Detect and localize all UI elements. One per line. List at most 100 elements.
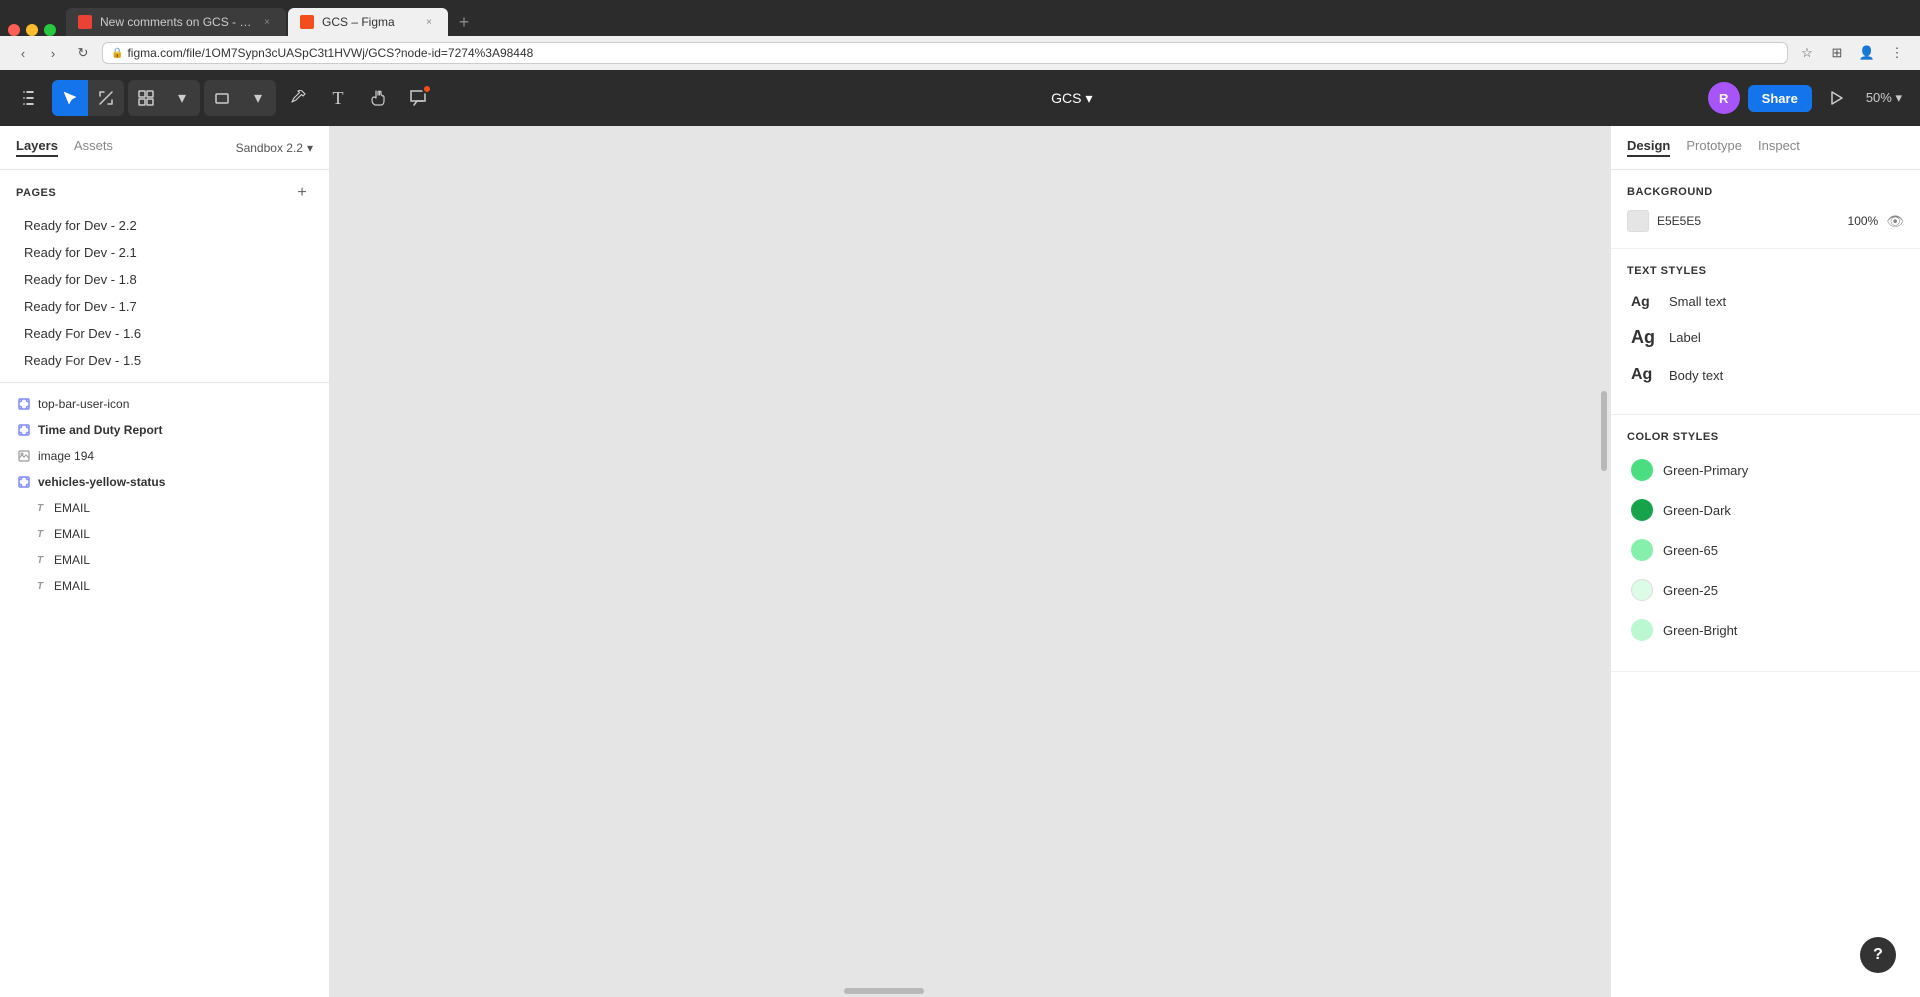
layer-name-vehicles-yellow-status: vehicles-yellow-status — [38, 475, 313, 489]
page-item-ready-dev-21[interactable]: Ready for Dev - 2.1 — [16, 239, 313, 266]
figma-tab-close[interactable]: × — [422, 15, 436, 29]
layer-item-time-duty-report[interactable]: Time and Duty Report — [0, 417, 329, 443]
tab-prototype[interactable]: Prototype — [1686, 138, 1742, 157]
color-style-green-bright[interactable]: Green-Bright — [1627, 615, 1904, 645]
layer-item-email-1[interactable]: T EMAIL — [0, 495, 329, 521]
reload-button[interactable]: ↻ — [72, 42, 94, 64]
scrollbar-track-v — [1601, 136, 1607, 987]
share-button[interactable]: Share — [1748, 85, 1812, 112]
move-tool-group — [52, 80, 124, 116]
forward-button[interactable]: › — [42, 42, 64, 64]
comment-tool[interactable] — [400, 80, 436, 116]
layer-item-email-3[interactable]: T EMAIL — [0, 547, 329, 573]
hand-tool[interactable] — [360, 80, 396, 116]
layer-name-email-1: EMAIL — [54, 501, 313, 515]
color-style-green-25[interactable]: Green-25 — [1627, 575, 1904, 605]
layer-item-email-2[interactable]: T EMAIL — [0, 521, 329, 547]
tab-inspect[interactable]: Inspect — [1758, 138, 1800, 157]
right-panel-tabs: Design Prototype Inspect — [1611, 126, 1920, 170]
help-button[interactable]: ? — [1860, 937, 1896, 973]
profile-button[interactable]: 👤 — [1856, 42, 1878, 64]
background-opacity: 100% — [1848, 214, 1879, 228]
green-bright-dot — [1631, 619, 1653, 641]
color-style-green-65[interactable]: Green-65 — [1627, 535, 1904, 565]
move-tool[interactable] — [52, 80, 88, 116]
browser-tab-figma[interactable]: GCS – Figma × — [288, 8, 448, 36]
browser-chrome: New comments on GCS - ruth... × GCS – Fi… — [0, 0, 1920, 70]
layer-item-vehicles-yellow-status[interactable]: vehicles-yellow-status — [0, 469, 329, 495]
shape-tool[interactable] — [204, 80, 240, 116]
gmail-tab-title: New comments on GCS - ruth... — [100, 15, 252, 29]
browser-nav-bar: ‹ › ↻ 🔒 figma.com/file/1OM7Sypn3cUASpC3t… — [0, 36, 1920, 70]
text-tool[interactable]: T — [320, 80, 356, 116]
shape-tool-dropdown[interactable]: ▾ — [240, 80, 276, 116]
add-page-button[interactable]: + — [291, 182, 313, 204]
pen-tool[interactable] — [280, 80, 316, 116]
horizontal-scrollbar[interactable] — [340, 987, 1600, 995]
close-window-button[interactable] — [8, 24, 20, 36]
minimize-window-button[interactable] — [26, 24, 38, 36]
text-style-name-body: Body text — [1669, 368, 1723, 383]
layers-section: top-bar-user-icon — [0, 382, 329, 997]
background-section: Background E5E5E5 100% 👁 — [1611, 170, 1920, 249]
project-name-text: GCS — [1051, 90, 1081, 106]
vertical-scrollbar[interactable] — [1600, 136, 1608, 987]
green-65-label: Green-65 — [1663, 543, 1718, 558]
address-bar[interactable]: 🔒 figma.com/file/1OM7Sypn3cUASpC3t1HVWj/… — [102, 42, 1788, 64]
toolbar-right: R Share 50% ▾ — [1708, 82, 1908, 114]
layer-item-image-194[interactable]: image 194 — [0, 443, 329, 469]
color-style-green-dark[interactable]: Green-Dark — [1627, 495, 1904, 525]
page-item-ready-dev-22[interactable]: Ready for Dev - 2.2 — [16, 212, 313, 239]
bookmark-button[interactable]: ☆ — [1796, 42, 1818, 64]
page-item-ready-dev-16[interactable]: Ready For Dev - 1.6 — [16, 320, 313, 347]
layer-item-email-4[interactable]: T EMAIL — [0, 573, 329, 599]
text-style-ag-body: Ag — [1631, 366, 1659, 384]
traffic-lights — [8, 24, 56, 36]
gmail-tab-close[interactable]: × — [260, 15, 274, 29]
text-style-body-text[interactable]: Ag Body text — [1627, 362, 1904, 388]
pages-section: Pages + Ready for Dev - 2.2 Ready for De… — [0, 170, 329, 382]
frame-tool[interactable] — [128, 80, 164, 116]
shape-tool-group: ▾ — [204, 80, 276, 116]
user-avatar[interactable]: R — [1708, 82, 1740, 114]
visibility-icon[interactable]: 👁 — [1886, 213, 1904, 230]
text-style-label[interactable]: Ag Label — [1627, 323, 1904, 352]
project-name-chevron: ▾ — [1085, 90, 1092, 107]
text-style-small-text[interactable]: Ag Small text — [1627, 289, 1904, 313]
tab-design[interactable]: Design — [1627, 138, 1670, 157]
extensions-button[interactable]: ⊞ — [1826, 42, 1848, 64]
green-primary-label: Green-Primary — [1663, 463, 1748, 478]
tab-layers[interactable]: Layers — [16, 138, 58, 157]
layer-item-top-bar-user-icon[interactable]: top-bar-user-icon — [0, 391, 329, 417]
scrollbar-thumb-h[interactable] — [844, 988, 924, 994]
project-name-button[interactable]: GCS ▾ — [1043, 86, 1100, 111]
menu-button[interactable]: ⋮ — [1886, 42, 1908, 64]
text-icon-1: T — [32, 500, 48, 516]
background-color-swatch[interactable] — [1627, 210, 1649, 232]
text-styles-section: Text Styles Ag Small text Ag Label Ag Bo… — [1611, 249, 1920, 415]
page-item-ready-dev-15[interactable]: Ready For Dev - 1.5 — [16, 347, 313, 374]
color-style-green-primary[interactable]: Green-Primary — [1627, 455, 1904, 485]
frame-icon — [16, 396, 32, 412]
tab-assets[interactable]: Assets — [74, 138, 113, 157]
green-25-dot — [1631, 579, 1653, 601]
sandbox-label[interactable]: Sandbox 2.2 ▾ — [236, 141, 313, 155]
new-tab-button[interactable]: + — [450, 8, 478, 36]
canvas-area[interactable] — [330, 126, 1610, 997]
maximize-window-button[interactable] — [44, 24, 56, 36]
layer-name-image-194: image 194 — [38, 449, 313, 463]
zoom-level[interactable]: 50% ▾ — [1860, 86, 1908, 110]
pages-title: Pages — [16, 187, 56, 199]
play-button[interactable] — [1820, 82, 1852, 114]
green-primary-dot — [1631, 459, 1653, 481]
page-item-ready-dev-18[interactable]: Ready for Dev - 1.8 — [16, 266, 313, 293]
scrollbar-thumb-v[interactable] — [1601, 391, 1607, 471]
browser-tab-gmail[interactable]: New comments on GCS - ruth... × — [66, 8, 286, 36]
layer-name-time-duty-report: Time and Duty Report — [38, 423, 313, 437]
page-item-ready-dev-17[interactable]: Ready for Dev - 1.7 — [16, 293, 313, 320]
figma-menu-button[interactable] — [12, 80, 48, 116]
scale-tool[interactable] — [88, 80, 124, 116]
back-button[interactable]: ‹ — [12, 42, 34, 64]
frame-tool-dropdown[interactable]: ▾ — [164, 80, 200, 116]
frame-icon-2 — [16, 422, 32, 438]
